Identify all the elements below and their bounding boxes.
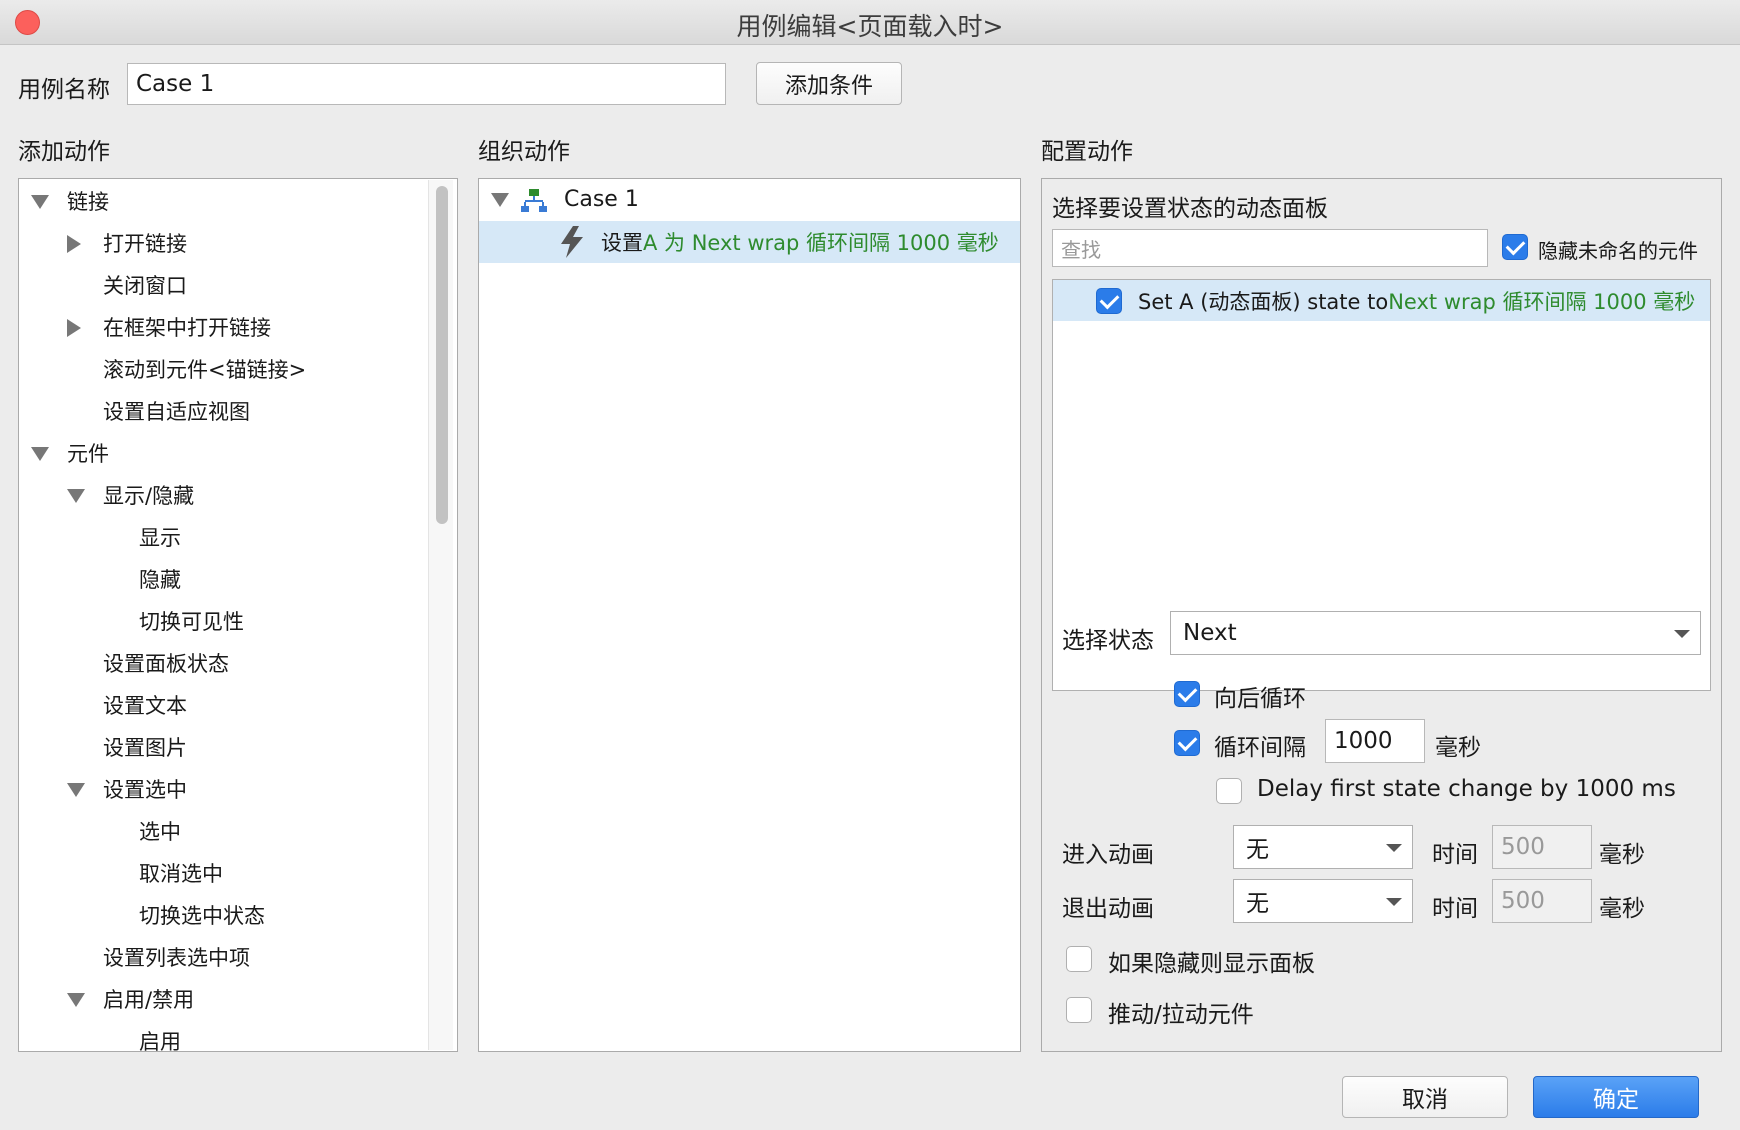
- enter-time-unit: 毫秒: [1599, 842, 1645, 868]
- dynamic-panel-detail: Next wrap 循环间隔 1000 毫秒: [1388, 290, 1696, 314]
- action-tree-item[interactable]: 切换选中状态: [139, 897, 265, 933]
- enter-animation-dropdown[interactable]: 无: [1233, 825, 1413, 869]
- action-tree-item[interactable]: 隐藏: [139, 561, 181, 597]
- add-condition-button[interactable]: 添加条件: [756, 62, 902, 105]
- dynamic-panel-checkbox[interactable]: [1096, 288, 1122, 314]
- action-tree-item[interactable]: 显示: [139, 519, 181, 555]
- select-state-dropdown[interactable]: Next: [1170, 611, 1701, 655]
- enter-animation-value: 无: [1246, 837, 1269, 863]
- action-tree-scrollbar[interactable]: [428, 180, 453, 1050]
- case-name-label: 用例名称: [18, 77, 110, 103]
- exit-time-label: 时间: [1432, 896, 1478, 922]
- organize-action-panel: Case 1 设置 A 为 Next wrap 循环间隔 1000 毫秒: [478, 178, 1021, 1052]
- exit-animation-dropdown[interactable]: 无: [1233, 879, 1413, 923]
- delay-checkbox[interactable]: [1216, 778, 1242, 804]
- action-tree-item[interactable]: 设置列表选中项: [103, 939, 250, 975]
- action-tree-item[interactable]: 启用/禁用: [103, 981, 194, 1017]
- chevron-down-icon: [1386, 898, 1402, 906]
- delay-label: Delay first state change by 1000 ms: [1257, 776, 1676, 802]
- action-tree-item[interactable]: 设置选中: [103, 771, 187, 807]
- window-title: 用例编辑<页面载入时>: [736, 12, 1004, 41]
- case-node-label[interactable]: Case 1: [564, 181, 639, 217]
- push-pull-checkbox[interactable]: [1066, 997, 1092, 1023]
- collapse-arrow-icon[interactable]: [31, 447, 49, 461]
- case-expand-icon[interactable]: [491, 193, 509, 207]
- action-tree-item[interactable]: 设置图片: [103, 729, 187, 765]
- push-pull-label: 推动/拉动元件: [1108, 1002, 1254, 1028]
- case-name-input[interactable]: Case 1: [127, 63, 726, 105]
- exit-time-value: 500: [1501, 888, 1545, 914]
- scrollbar-thumb[interactable]: [436, 186, 448, 524]
- selected-action-row[interactable]: 设置 A 为 Next wrap 循环间隔 1000 毫秒: [479, 221, 1020, 263]
- interval-input[interactable]: 1000: [1325, 719, 1425, 763]
- interval-label: 循环间隔: [1214, 735, 1306, 761]
- expand-arrow-icon[interactable]: [67, 319, 81, 337]
- action-tree-item[interactable]: 元件: [67, 435, 109, 471]
- action-text: 设置 A 为 Next wrap 循环间隔 1000 毫秒: [601, 224, 999, 260]
- title-bar: 用例编辑<页面载入时>: [0, 0, 1740, 45]
- lightning-icon: [559, 226, 585, 258]
- action-detail: A 为 Next wrap 循环间隔 1000 毫秒: [643, 231, 999, 255]
- action-tree-panel: 链接打开链接关闭窗口在框架中打开链接 滚动到元件<锚链接> 设置自适应视图元件显示/…: [18, 178, 458, 1052]
- select-state-label: 选择状态: [1062, 628, 1154, 654]
- interval-unit: 毫秒: [1435, 735, 1481, 761]
- collapse-arrow-icon[interactable]: [31, 195, 49, 209]
- action-tree-item[interactable]: 启用: [139, 1023, 181, 1051]
- show-if-hidden-label: 如果隐藏则显示面板: [1108, 951, 1315, 977]
- interval-checkbox[interactable]: [1174, 730, 1200, 756]
- organize-action-heading: 组织动作: [478, 139, 570, 165]
- interval-value: 1000: [1334, 728, 1393, 754]
- select-panel-heading: 选择要设置状态的动态面板: [1052, 196, 1328, 222]
- hide-unnamed-checkbox[interactable]: [1502, 234, 1528, 260]
- action-tree-item[interactable]: 滚动到元件<锚链接>: [103, 351, 306, 387]
- search-input[interactable]: 查找: [1052, 229, 1488, 267]
- dynamic-panel-row[interactable]: Set A (动态面板) state to Next wrap 循环间隔 100…: [1053, 280, 1710, 321]
- add-action-heading: 添加动作: [18, 139, 110, 165]
- action-tree-item[interactable]: 在框架中打开链接: [103, 309, 271, 345]
- case-name-value: Case 1: [136, 71, 215, 97]
- wrap-checkbox[interactable]: [1174, 681, 1200, 707]
- ok-button[interactable]: 确定: [1533, 1076, 1699, 1118]
- action-prefix: 设置: [601, 231, 643, 255]
- collapse-arrow-icon[interactable]: [67, 489, 85, 503]
- dynamic-panel-prefix: Set A (动态面板) state to: [1138, 290, 1389, 314]
- action-tree-item[interactable]: 打开链接: [103, 225, 187, 261]
- exit-time-unit: 毫秒: [1599, 896, 1645, 922]
- chevron-down-icon: [1386, 844, 1402, 852]
- expand-arrow-icon[interactable]: [67, 235, 81, 253]
- wrap-label: 向后循环: [1214, 686, 1306, 712]
- enter-time-input[interactable]: 500: [1492, 825, 1592, 869]
- collapse-arrow-icon[interactable]: [67, 783, 85, 797]
- cancel-button[interactable]: 取消: [1342, 1076, 1508, 1118]
- enter-time-value: 500: [1501, 834, 1545, 860]
- action-tree-item[interactable]: 链接: [67, 183, 109, 219]
- action-tree-item[interactable]: 显示/隐藏: [103, 477, 194, 513]
- action-tree-item[interactable]: 选中: [139, 813, 181, 849]
- collapse-arrow-icon[interactable]: [67, 993, 85, 1007]
- configure-action-heading: 配置动作: [1041, 139, 1133, 165]
- enter-time-label: 时间: [1432, 842, 1478, 868]
- show-if-hidden-checkbox[interactable]: [1066, 946, 1092, 972]
- enter-animation-label: 进入动画: [1062, 842, 1154, 868]
- action-tree-item[interactable]: 设置面板状态: [103, 645, 229, 681]
- configure-action-panel: 选择要设置状态的动态面板 查找 隐藏未命名的元件 Set A (动态面板) st…: [1041, 178, 1722, 1052]
- action-tree-item[interactable]: 取消选中: [139, 855, 223, 891]
- dynamic-panel-text: Set A (动态面板) state to Next wrap 循环间隔 100…: [1138, 283, 1695, 319]
- action-tree-item[interactable]: 设置自适应视图: [103, 393, 250, 429]
- exit-animation-label: 退出动画: [1062, 896, 1154, 922]
- action-tree-item[interactable]: 设置文本: [103, 687, 187, 723]
- search-placeholder: 查找: [1061, 237, 1101, 262]
- select-state-value: Next: [1183, 620, 1237, 646]
- hide-unnamed-label: 隐藏未命名的元件: [1538, 239, 1698, 263]
- chevron-down-icon: [1674, 630, 1690, 638]
- case-icon: [521, 187, 547, 213]
- action-tree-item[interactable]: 切换可见性: [139, 603, 244, 639]
- exit-animation-value: 无: [1246, 891, 1269, 917]
- action-tree-item[interactable]: 关闭窗口: [103, 267, 187, 303]
- exit-time-input[interactable]: 500: [1492, 879, 1592, 923]
